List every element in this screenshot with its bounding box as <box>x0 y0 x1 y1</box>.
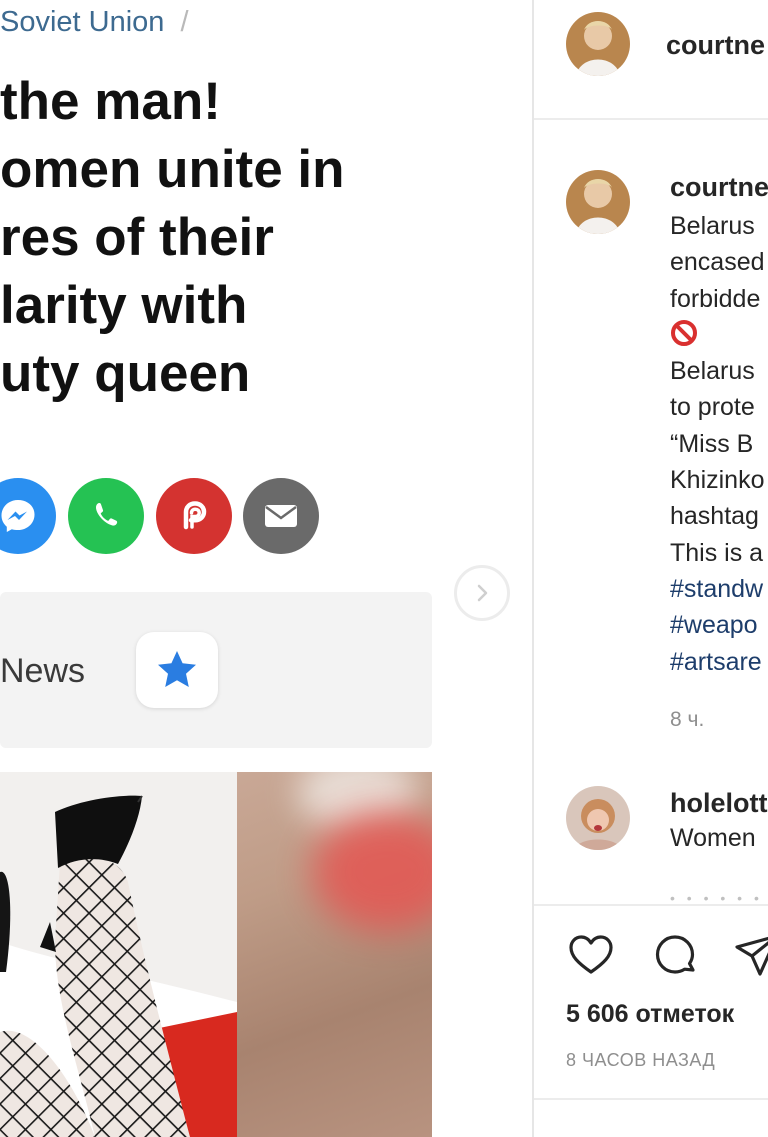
headline-line: omen unite in <box>0 140 345 199</box>
headline-line: uty queen <box>0 344 251 403</box>
breadcrumb-link-soviet-union[interactable]: Soviet Union <box>0 6 164 38</box>
heart-icon <box>569 935 613 974</box>
share-parler-button[interactable] <box>156 478 232 554</box>
caption-line <box>670 317 765 353</box>
share-messenger-button[interactable] <box>0 478 56 554</box>
carousel-next-button[interactable] <box>454 565 510 621</box>
share-whatsapp-button[interactable] <box>68 478 144 554</box>
caption-line: to prote <box>670 393 755 422</box>
caption-line: forbidde <box>670 284 761 313</box>
chevron-right-icon <box>477 584 488 602</box>
star-icon <box>158 651 196 687</box>
parler-icon <box>183 501 207 530</box>
comment-button[interactable] <box>650 930 700 980</box>
news-article: Soviet Union / the man! omen unite in res… <box>0 0 532 1137</box>
caption-username[interactable]: courtne <box>670 172 768 203</box>
follow-star-button[interactable] <box>136 632 218 708</box>
commenter-username[interactable]: holelott <box>670 788 767 819</box>
avatar[interactable] <box>566 12 630 76</box>
hashtag-link[interactable]: #standw <box>670 571 765 607</box>
breadcrumb: Soviet Union / <box>0 6 189 39</box>
envelope-icon <box>265 505 297 527</box>
caption-line: encased <box>670 248 765 277</box>
news-label: News <box>0 652 86 690</box>
comment-text: Women <box>670 824 756 852</box>
caption-line: Belarus <box>670 212 755 240</box>
paper-plane-icon <box>735 936 768 976</box>
header-divider <box>534 118 768 120</box>
hashtag-link[interactable]: #weapo <box>670 607 765 643</box>
breadcrumb-separator: / <box>180 6 189 38</box>
avatar[interactable] <box>566 786 630 850</box>
hashtag-link[interactable]: #artsare <box>670 644 765 680</box>
article-headline: the man! omen unite in res of their lari… <box>0 68 420 408</box>
no-entry-emoji-icon <box>671 319 697 346</box>
share-button[interactable] <box>732 930 768 980</box>
headline-line: larity with <box>0 276 248 335</box>
whatsapp-icon <box>96 503 118 526</box>
post-timestamp: 8 ЧАСОВ НАЗАД <box>566 1050 716 1070</box>
caption-line: This is a <box>670 538 764 567</box>
post-caption: Belarus encased forbidde Belarus to prot… <box>670 208 765 680</box>
headline-line: the man! <box>0 72 221 131</box>
headline-line: res of their <box>0 208 274 267</box>
post-author-username[interactable]: courtne <box>666 30 765 61</box>
caption-line: hashtag <box>670 502 759 531</box>
footer-divider <box>534 1098 768 1100</box>
comment-bubble-icon <box>655 935 695 974</box>
like-button[interactable] <box>566 930 616 980</box>
messenger-icon <box>1 500 35 532</box>
caption-line: “Miss B <box>670 429 754 458</box>
instagram-post-panel: courtne courtne Belarus encased forbidde… <box>534 0 768 1137</box>
caption-timestamp: 8 ч. <box>670 708 705 731</box>
share-email-button[interactable] <box>243 478 319 554</box>
avatar[interactable] <box>566 170 630 234</box>
caption-line: Belarus <box>670 357 755 386</box>
caption-line: Khizinko <box>670 466 765 495</box>
article-photo-blurred <box>237 772 432 1137</box>
actions-divider <box>534 904 768 906</box>
likes-count[interactable]: 5 606 отметок <box>566 1000 734 1029</box>
article-photo-stockings <box>0 772 237 1137</box>
